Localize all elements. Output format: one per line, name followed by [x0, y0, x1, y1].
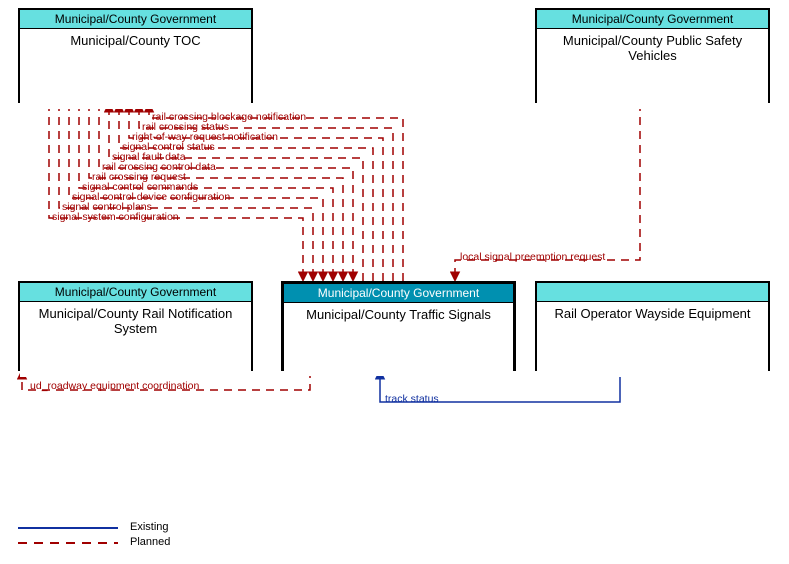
entity-sig-name: Municipal/County Traffic Signals [284, 303, 513, 376]
entity-rail-name: Municipal/County Rail Notification Syste… [20, 302, 251, 377]
flow-label: signal system configuration [52, 211, 179, 223]
entity-sig[interactable]: Municipal/County Government Municipal/Co… [281, 281, 516, 371]
entity-rowe-owner [537, 283, 768, 302]
entity-rowe-name: Rail Operator Wayside Equipment [537, 302, 768, 377]
entity-psv-name: Municipal/County Public Safety Vehicles [537, 29, 768, 109]
flow-label: ud_roadway equipment coordination [30, 380, 199, 392]
entity-rail[interactable]: Municipal/County Government Municipal/Co… [18, 281, 253, 371]
entity-toc-name: Municipal/County TOC [20, 29, 251, 109]
entity-sig-owner: Municipal/County Government [284, 284, 513, 303]
entity-psv[interactable]: Municipal/County Government Municipal/Co… [535, 8, 770, 103]
entity-rail-owner: Municipal/County Government [20, 283, 251, 302]
entity-rowe[interactable]: Rail Operator Wayside Equipment [535, 281, 770, 371]
flow-label: track status [385, 393, 439, 405]
entity-psv-owner: Municipal/County Government [537, 10, 768, 29]
legend-planned: Planned [130, 536, 170, 548]
flow-label: local signal preemption request [460, 251, 605, 263]
entity-toc-owner: Municipal/County Government [20, 10, 251, 29]
entity-toc[interactable]: Municipal/County Government Municipal/Co… [18, 8, 253, 103]
legend-existing: Existing [130, 521, 169, 533]
